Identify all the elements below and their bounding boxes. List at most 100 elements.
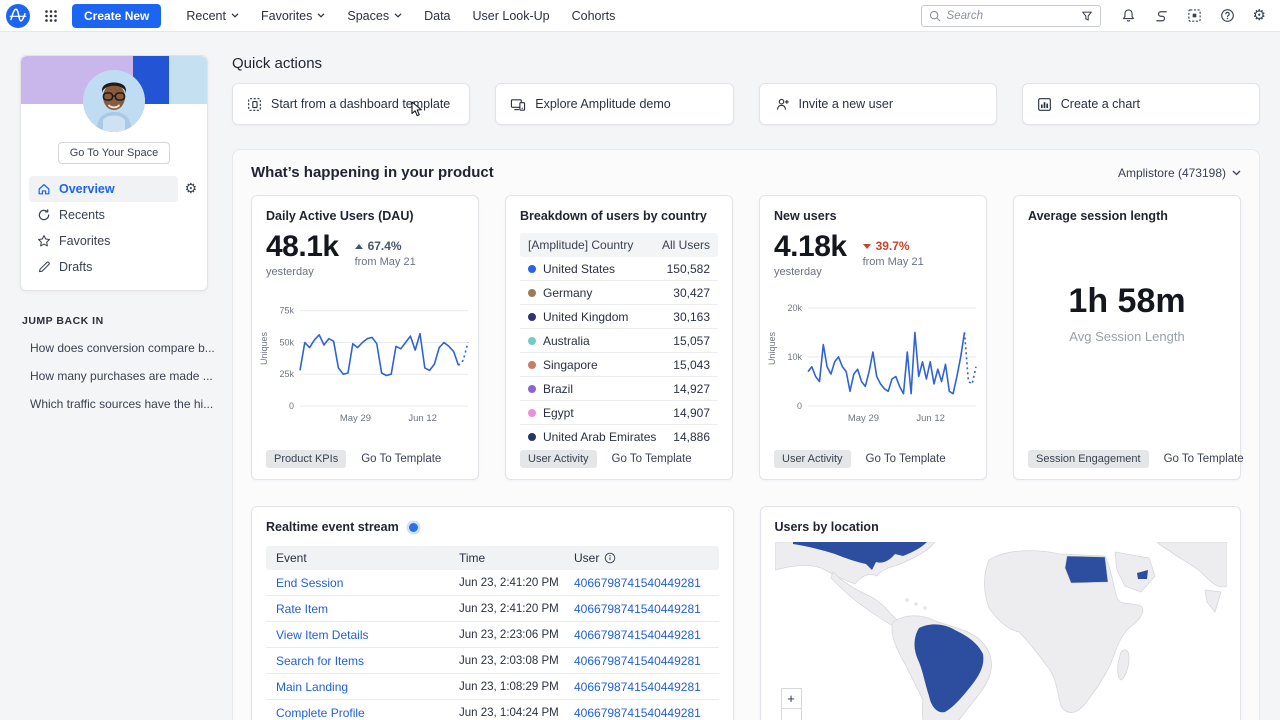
series-color-dot <box>528 361 536 369</box>
quick-action-label: Start from a dashboard template <box>271 97 450 111</box>
overview-settings-gear-icon[interactable]: ⚙ <box>184 182 197 196</box>
nav-item-user-lookup[interactable]: User Look-Up <box>464 4 559 28</box>
go-to-template-link[interactable]: Go To Template <box>612 453 692 465</box>
dau-delta: 67.4% <box>355 239 416 253</box>
map-madagascar <box>1117 650 1128 680</box>
event-link[interactable]: Complete Profile <box>276 706 459 720</box>
map-zoom-out-button[interactable] <box>781 709 802 720</box>
nav-item-recent[interactable]: Recent <box>177 4 248 28</box>
avg-session-value: 1h 58m <box>1014 282 1240 321</box>
svg-text:May 29: May 29 <box>848 413 879 424</box>
project-selector[interactable]: Amplistore (473198) <box>1118 166 1241 180</box>
panel-title: What’s happening in your product <box>251 164 494 181</box>
sidebar-item-overview[interactable]: Overview <box>29 176 178 202</box>
jump-back-in-title: JUMP BACK IN <box>22 315 208 327</box>
quick-actions-title: Quick actions <box>232 55 1260 72</box>
nav-item-favorites[interactable]: Favorites <box>252 4 334 28</box>
svg-text:0: 0 <box>797 401 802 411</box>
avg-session-card: Average session length 1h 58m Avg Sessio… <box>1013 195 1241 480</box>
svg-text:50k: 50k <box>279 337 294 347</box>
filter-funnel-icon[interactable] <box>1081 10 1093 22</box>
jump-back-item-label: How many purchases are made ... <box>30 369 213 383</box>
go-to-your-space-button[interactable]: Go To Your Space <box>58 142 170 164</box>
event-link[interactable]: Search for Items <box>276 654 459 668</box>
user-id-link[interactable]: 4066798741540449281 <box>574 576 709 590</box>
devices-icon <box>510 97 526 112</box>
dashboard-template-icon <box>247 97 262 112</box>
go-to-template-link[interactable]: Go To Template <box>1164 453 1244 465</box>
sidebar-item-drafts[interactable]: Drafts <box>29 254 199 280</box>
country-row: Germany30,427 <box>520 281 718 305</box>
recents-clock-icon <box>37 208 51 222</box>
go-to-template-link[interactable]: Go To Template <box>866 453 946 465</box>
go-to-template-link[interactable]: Go To Template <box>361 453 441 465</box>
tag-session-engagement[interactable]: Session Engagement <box>1028 450 1149 468</box>
map-zoom-in-button[interactable]: + <box>781 688 802 709</box>
event-row: Main LandingJun 23, 1:08:29 PM4066798741… <box>266 674 719 700</box>
series-color-dot <box>528 265 536 273</box>
quick-action-label: Create a chart <box>1061 97 1140 111</box>
dau-value: 48.1k <box>266 231 339 263</box>
amplitude-logo[interactable] <box>6 4 30 28</box>
card-title: New users <box>774 209 972 223</box>
jump-back-item-line-chart[interactable]: How many purchases are made ... <box>22 368 208 383</box>
chevron-down-icon <box>394 13 402 18</box>
country-row: United States150,582 <box>520 257 718 281</box>
topbar-icons: ⚙ <box>1121 8 1266 23</box>
jump-back-item-funnel[interactable]: How does conversion compare b... <box>22 340 208 355</box>
event-stream-title: Realtime event stream <box>266 520 399 534</box>
chevron-down-icon <box>231 13 239 18</box>
svg-text:Jun 12: Jun 12 <box>408 413 437 424</box>
create-new-button[interactable]: Create New <box>72 4 161 28</box>
event-link[interactable]: Main Landing <box>276 680 459 694</box>
user-id-link[interactable]: 4066798741540449281 <box>574 706 709 720</box>
card-title: Average session length <box>1028 209 1226 223</box>
quick-actions-row: Start from a dashboard template Explore … <box>232 83 1260 125</box>
nav-item-cohorts[interactable]: Cohorts <box>563 4 625 28</box>
notifications-bell-icon[interactable] <box>1121 8 1136 23</box>
svg-text:75k: 75k <box>279 306 294 316</box>
country-row: Singapore15,043 <box>520 353 718 377</box>
apps-grid-icon[interactable] <box>40 7 62 25</box>
world-map[interactable]: + <box>775 542 1227 720</box>
event-link[interactable]: End Session <box>276 576 459 590</box>
project-selector-label: Amplistore (473198) <box>1118 166 1226 180</box>
tag-product-kpis[interactable]: Product KPIs <box>266 450 346 468</box>
templates-icon[interactable] <box>1187 8 1202 23</box>
search-box[interactable] <box>921 5 1101 27</box>
user-id-link[interactable]: 4066798741540449281 <box>574 628 709 642</box>
user-id-link[interactable]: 4066798741540449281 <box>574 680 709 694</box>
help-icon[interactable] <box>1220 8 1235 23</box>
jump-back-item-label: How does conversion compare b... <box>30 341 215 355</box>
quick-action-label: Explore Amplitude demo <box>535 97 671 111</box>
event-row: View Item DetailsJun 23, 2:23:06 PM40667… <box>266 622 719 648</box>
svg-text:25k: 25k <box>279 369 294 379</box>
search-input[interactable] <box>947 10 1075 22</box>
jump-back-item-table[interactable]: Which traffic sources have the hi... <box>22 396 208 411</box>
chevron-down-icon <box>317 13 325 18</box>
sidebar-item-recents[interactable]: Recents <box>29 202 199 228</box>
settings-gear-icon[interactable]: ⚙ <box>1253 8 1266 23</box>
nav-item-label: Spaces <box>347 9 389 23</box>
sidebar: Go To Your Space Overview ⚙ Recents <box>0 32 208 720</box>
info-icon[interactable] <box>604 552 616 564</box>
map-arabia <box>1115 552 1155 592</box>
sidebar-item-favorites[interactable]: Favorites <box>29 228 199 254</box>
nav-item-data[interactable]: Data <box>415 4 459 28</box>
quick-action-dashboard-template[interactable]: Start from a dashboard template <box>232 83 470 125</box>
user-id-link[interactable]: 4066798741540449281 <box>574 654 709 668</box>
tag-user-activity[interactable]: User Activity <box>520 450 597 468</box>
tag-user-activity[interactable]: User Activity <box>774 450 851 468</box>
user-id-link[interactable]: 4066798741540449281 <box>574 602 709 616</box>
nav-item-spaces[interactable]: Spaces <box>338 4 411 28</box>
quick-action-explore-demo[interactable]: Explore Amplitude demo <box>495 83 733 125</box>
column-header-all-users: All Users <box>662 238 710 252</box>
journeys-path-icon[interactable] <box>1154 8 1169 23</box>
quick-action-create-chart[interactable]: Create a chart <box>1022 83 1260 125</box>
event-link[interactable]: Rate Item <box>276 602 459 616</box>
new-users-value: 4.18k <box>774 231 847 263</box>
country-row: Egypt14,907 <box>520 401 718 425</box>
quick-action-invite-user[interactable]: Invite a new user <box>759 83 997 125</box>
avatar <box>83 70 145 132</box>
event-link[interactable]: View Item Details <box>276 628 459 642</box>
